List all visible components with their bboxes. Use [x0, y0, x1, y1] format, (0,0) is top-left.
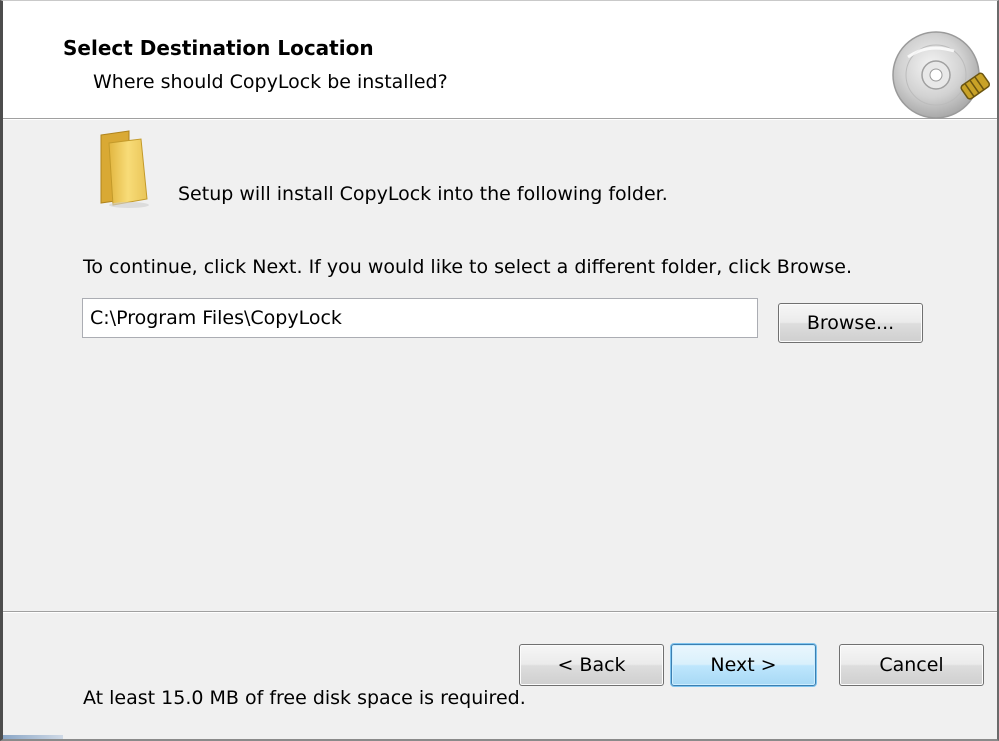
footer-divider	[3, 611, 997, 613]
destination-path-input[interactable]	[82, 298, 758, 338]
cd-disc-icon	[892, 31, 991, 119]
folder-icon	[100, 130, 149, 208]
wizard-header: Select Destination Location Where should…	[3, 1, 997, 119]
page-title: Select Destination Location	[63, 36, 374, 60]
setup-wizard-window: Select Destination Location Where should…	[0, 0, 999, 741]
back-button[interactable]: < Back	[519, 644, 664, 686]
continue-instructions: To continue, click Next. If you would li…	[83, 256, 853, 278]
cancel-button[interactable]: Cancel	[839, 644, 984, 686]
disk-space-requirement: At least 15.0 MB of free disk space is r…	[83, 687, 526, 709]
window-frame-accent-bottom	[3, 735, 63, 739]
install-folder-message: Setup will install CopyLock into the fol…	[178, 183, 668, 205]
page-subtitle: Where should CopyLock be installed?	[93, 71, 448, 93]
next-button[interactable]: Next >	[671, 644, 816, 686]
browse-button[interactable]: Browse...	[778, 303, 923, 343]
